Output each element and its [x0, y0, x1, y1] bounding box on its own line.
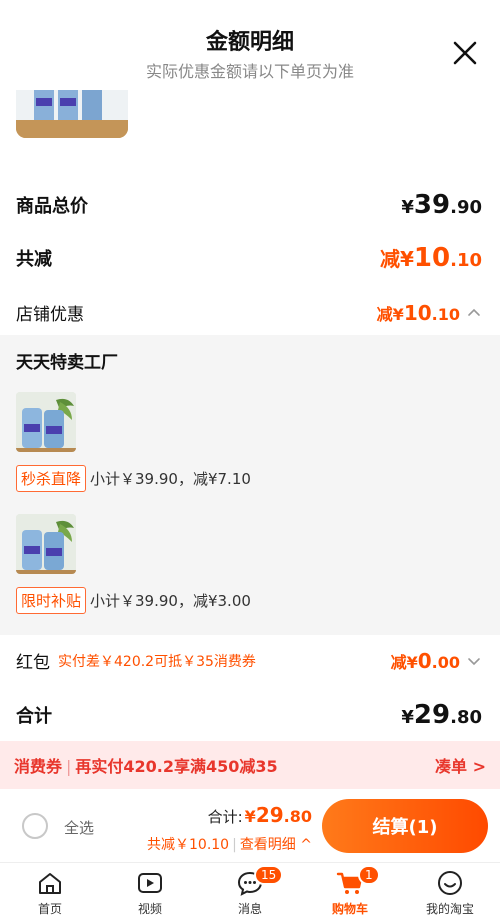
total-price-label: 商品总价	[16, 196, 88, 217]
checkout-reduce-detail[interactable]: 共减￥10.10 | 查看明细 ^	[147, 834, 312, 854]
red-packet-row[interactable]: 红包 实付差￥420.2可抵￥35消费券 减¥0.00	[16, 648, 482, 673]
home-icon	[39, 873, 61, 894]
coupon-bar[interactable]: 消费券 | 再实付420.2享满450减35 凑单 >	[0, 741, 500, 789]
page-subtitle: 实际优惠金额请以下单页为准	[145, 62, 354, 81]
product-thumbnail	[16, 514, 76, 574]
total-reduce-label: 共减	[16, 249, 52, 270]
checkout-reduce-text: 共减￥10.10	[147, 837, 230, 853]
grand-total-value: ¥29.80	[401, 700, 482, 730]
total-price-row: 商品总价 ¥39.90	[16, 190, 482, 220]
checkout-bar: 全选 合计: ¥29.80 共减￥10.10 | 查看明细 ^ 结算(1)	[0, 789, 500, 863]
add-items-link[interactable]: 凑单 >	[435, 753, 486, 777]
select-all-label[interactable]: 全选	[64, 817, 94, 838]
grand-total-label: 合计	[16, 706, 52, 727]
item-tag: 秒杀直降	[16, 465, 87, 492]
view-detail-link[interactable]: 查看明细 ^	[240, 837, 312, 853]
red-packet-label: 红包	[16, 653, 50, 673]
item-tag: 限时补贴	[16, 587, 87, 614]
red-packet-value: 减¥0.00	[390, 648, 460, 673]
total-reduce-row: 共减 减¥10.10	[16, 243, 482, 273]
grand-total-row: 合计 ¥29.80	[16, 700, 482, 730]
coupon-promo-text: 再实付420.2享满450减35	[75, 757, 278, 776]
shop-discount-row[interactable]: 店铺优惠 减¥10.10	[16, 300, 482, 325]
product-thumbnail	[16, 392, 76, 452]
cart-badge: 1	[358, 865, 380, 885]
chevron-up-icon	[468, 308, 480, 316]
detail-header: 金额明细 实际优惠金额请以下单页为准	[0, 0, 500, 90]
messages-badge: 15	[254, 865, 284, 885]
tab-messages[interactable]: 消息 15	[200, 863, 300, 921]
total-reduce-value: 减¥10.10	[380, 243, 482, 273]
checkout-total: 合计: ¥29.80	[207, 803, 312, 827]
item-subtotal-text: 小计￥39.90，减¥7.10	[90, 470, 251, 488]
shop-discount-value: 减¥10.10	[376, 300, 460, 325]
item-subtotal-text: 小计￥39.90，减¥3.00	[90, 592, 251, 610]
item-discount-line: 限时补贴 小计￥39.90，减¥3.00	[16, 587, 251, 614]
total-price-value: ¥39.90	[401, 190, 482, 220]
page-title: 金额明细	[205, 30, 294, 55]
bottom-tab-bar: 首页 视频 消息 15 购物车 1 我的淘宝	[0, 863, 500, 921]
close-icon[interactable]	[450, 38, 480, 68]
tab-home[interactable]: 首页	[0, 863, 100, 921]
select-all-radio[interactable]	[22, 813, 48, 839]
tab-cart[interactable]: 购物车 1	[300, 863, 400, 921]
tab-my-taobao[interactable]: 我的淘宝	[400, 863, 500, 921]
shop-name: 天天特卖工厂	[16, 353, 118, 373]
product-image-partial	[16, 90, 128, 138]
checkout-button[interactable]: 结算(1)	[322, 799, 488, 853]
tab-video[interactable]: 视频	[100, 863, 200, 921]
coupon-label: 消费券	[14, 757, 63, 776]
video-icon	[138, 873, 162, 893]
shop-discount-label: 店铺优惠	[16, 305, 84, 325]
item-discount-line: 秒杀直降 小计￥39.90，减¥7.10	[16, 465, 251, 492]
profile-icon	[438, 871, 462, 895]
red-packet-note: 实付差￥420.2可抵￥35消费券	[58, 653, 256, 670]
chevron-down-icon	[468, 657, 480, 665]
